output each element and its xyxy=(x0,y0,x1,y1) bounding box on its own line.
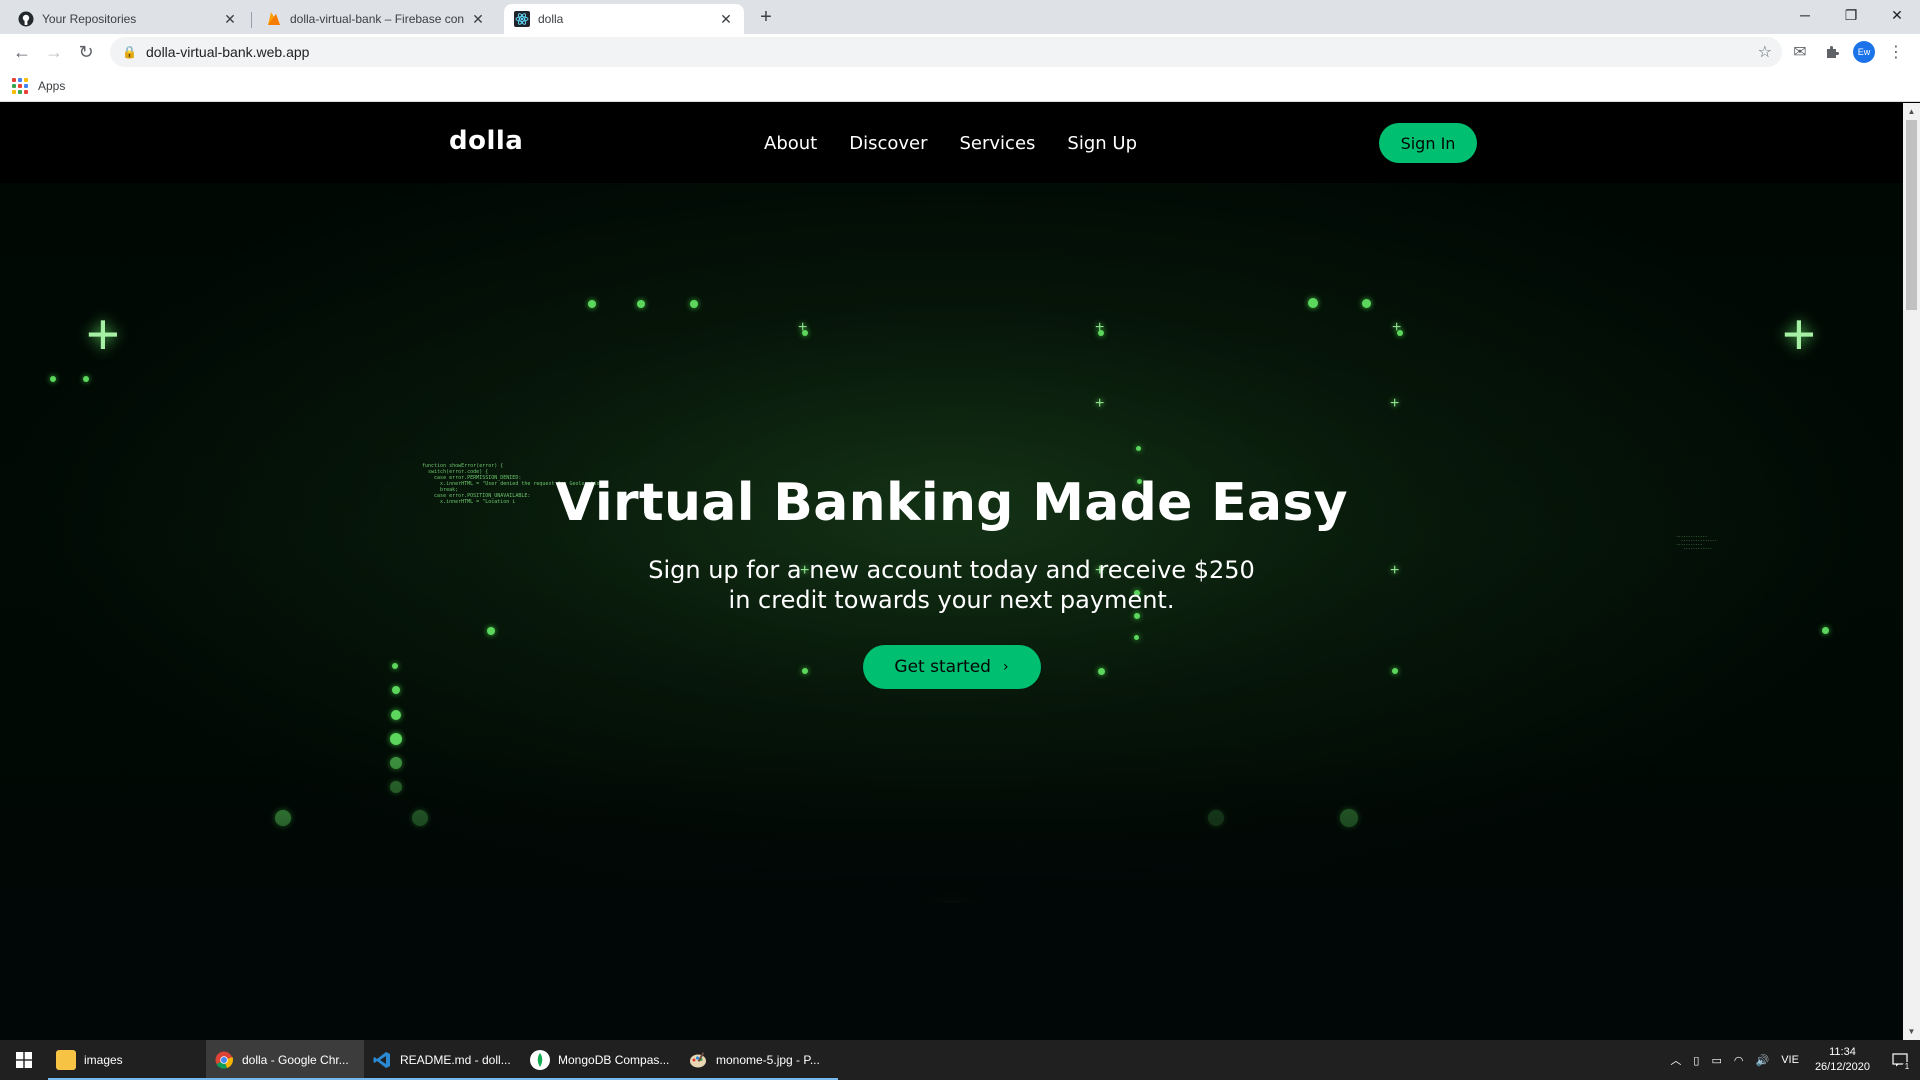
tab-dolla[interactable]: dolla ✕ xyxy=(504,4,744,34)
page-scrollbar[interactable]: ▲ ▼ xyxy=(1903,103,1920,1040)
taskbar-item-paint[interactable]: monome-5.jpg - P... xyxy=(680,1040,838,1080)
wifi-icon[interactable]: ◠ xyxy=(1728,1054,1750,1067)
bookmark-star-icon[interactable]: ☆ xyxy=(1758,42,1772,62)
nav-menu: About Discover Services Sign Up xyxy=(764,103,1169,183)
folder-icon xyxy=(56,1050,76,1070)
minimize-icon[interactable]: ─ xyxy=(1782,0,1828,30)
plus-icon: + xyxy=(1390,395,1400,412)
site-logo[interactable]: dolla xyxy=(449,126,523,156)
restore-icon[interactable]: ❐ xyxy=(1828,0,1874,30)
taskbar-item-label: images xyxy=(84,1053,123,1067)
back-icon[interactable]: ← xyxy=(6,36,38,68)
get-started-button[interactable]: Get started › xyxy=(862,645,1041,689)
close-icon[interactable]: ✕ xyxy=(222,11,238,27)
hero-subtitle: Sign up for a new account today and rece… xyxy=(648,556,1255,614)
notifications-icon[interactable]: 1 xyxy=(1880,1040,1920,1080)
browser-toolbar: ← → ↻ 🔒 dolla-virtual-bank.web.app ☆ ✉ E… xyxy=(0,34,1920,70)
scroll-down-icon[interactable]: ▼ xyxy=(1903,1023,1920,1040)
bookmarks-bar: Apps xyxy=(0,70,1920,102)
tab-title: dolla-virtual-bank – Firebase con xyxy=(290,12,465,26)
scrollbar-thumb[interactable] xyxy=(1906,120,1917,310)
page-viewport: dolla About Discover Services Sign Up Si… xyxy=(0,103,1903,1040)
taskbar-item-vscode[interactable]: README.md - doll... xyxy=(364,1040,522,1080)
system-tray: ︿ ▯ ▭ ◠ 🔊 VIE 11:34 26/12/2020 1 xyxy=(1664,1040,1920,1080)
windows-taskbar: images dolla - Google Chr... README.md -… xyxy=(0,1040,1920,1080)
close-window-icon[interactable]: ✕ xyxy=(1874,0,1920,30)
close-icon[interactable]: ✕ xyxy=(470,11,486,27)
address-bar[interactable]: 🔒 dolla-virtual-bank.web.app ☆ xyxy=(110,37,1782,67)
hero-content: Virtual Banking Made Easy Sign up for a … xyxy=(0,473,1903,689)
more-menu-icon[interactable]: ⋮ xyxy=(1880,36,1912,68)
tab-firebase[interactable]: dolla-virtual-bank – Firebase con ✕ xyxy=(251,4,496,34)
clock-time: 11:34 xyxy=(1829,1046,1856,1058)
vscode-icon xyxy=(372,1050,392,1070)
sign-in-button[interactable]: Sign In xyxy=(1379,123,1477,163)
show-hidden-icons-chevron-icon[interactable]: ︿ xyxy=(1664,1052,1687,1068)
battery-icon[interactable]: ▭ xyxy=(1705,1054,1727,1067)
react-icon xyxy=(514,11,530,27)
firebase-icon xyxy=(266,11,282,27)
chrome-icon xyxy=(214,1050,234,1070)
url-text: dolla-virtual-bank.web.app xyxy=(146,44,310,60)
taskbar-item-label: dolla - Google Chr... xyxy=(242,1053,349,1067)
nav-link-signup[interactable]: Sign Up xyxy=(1067,133,1137,154)
taskbar-item-chrome[interactable]: dolla - Google Chr... xyxy=(206,1040,364,1080)
clock-date: 26/12/2020 xyxy=(1814,1061,1870,1073)
lock-icon: 🔒 xyxy=(122,45,137,59)
tab-github[interactable]: Your Repositories ✕ xyxy=(8,4,248,34)
system-clock[interactable]: 11:34 26/12/2020 xyxy=(1805,1045,1880,1075)
nav-link-discover[interactable]: Discover xyxy=(849,133,927,154)
mongodb-icon xyxy=(530,1050,550,1070)
sparkle-plus-icon: + xyxy=(86,302,120,367)
nav-link-services[interactable]: Services xyxy=(960,133,1036,154)
windows-start-icon[interactable] xyxy=(0,1040,48,1080)
profile-avatar[interactable]: Ew xyxy=(1853,41,1875,63)
forward-icon[interactable]: → xyxy=(38,36,70,68)
taskbar-item-mongodb[interactable]: MongoDB Compas... xyxy=(522,1040,680,1080)
apps-grid-icon[interactable] xyxy=(12,77,28,94)
chevron-right-icon: › xyxy=(1002,659,1009,675)
tab-title: Your Repositories xyxy=(42,12,137,26)
taskbar-item-label: monome-5.jpg - P... xyxy=(716,1053,820,1067)
new-tab-button[interactable]: + xyxy=(752,4,780,32)
tab-title: dolla xyxy=(538,12,564,26)
reload-icon[interactable]: ↻ xyxy=(70,36,102,68)
scroll-up-icon[interactable]: ▲ xyxy=(1903,103,1920,120)
get-started-label: Get started xyxy=(894,657,991,677)
github-icon xyxy=(18,11,34,27)
taskbar-item-explorer[interactable]: images xyxy=(48,1040,206,1080)
hero-background-video: + + + + + + + + + + function showError(e… xyxy=(0,183,1903,903)
sparkle-plus-icon: + xyxy=(1782,302,1816,367)
close-icon[interactable]: ✕ xyxy=(718,11,734,27)
plus-icon: + xyxy=(1095,395,1105,412)
site-navbar: dolla About Discover Services Sign Up Si… xyxy=(0,103,1903,183)
device-icon[interactable]: ▯ xyxy=(1687,1054,1705,1067)
apps-bookmark-label[interactable]: Apps xyxy=(38,79,65,93)
paint-icon xyxy=(688,1050,708,1070)
extension-icons: ✉ Ew ⋮ xyxy=(1784,36,1912,68)
mail-icon[interactable]: ✉ xyxy=(1784,36,1816,68)
taskbar-item-label: MongoDB Compas... xyxy=(558,1053,670,1067)
language-indicator[interactable]: VIE xyxy=(1775,1054,1805,1066)
nav-link-about[interactable]: About xyxy=(764,133,817,154)
hero-title: Virtual Banking Made Easy xyxy=(555,473,1348,533)
tab-strip: Your Repositories ✕ dolla-virtual-bank –… xyxy=(0,0,1920,34)
volume-icon[interactable]: 🔊 xyxy=(1750,1054,1776,1067)
extensions-puzzle-icon[interactable] xyxy=(1816,36,1848,68)
taskbar-item-label: README.md - doll... xyxy=(400,1053,511,1067)
window-controls: ─ ❐ ✕ xyxy=(1782,0,1920,30)
notification-count-badge: 1 xyxy=(1902,1062,1912,1072)
